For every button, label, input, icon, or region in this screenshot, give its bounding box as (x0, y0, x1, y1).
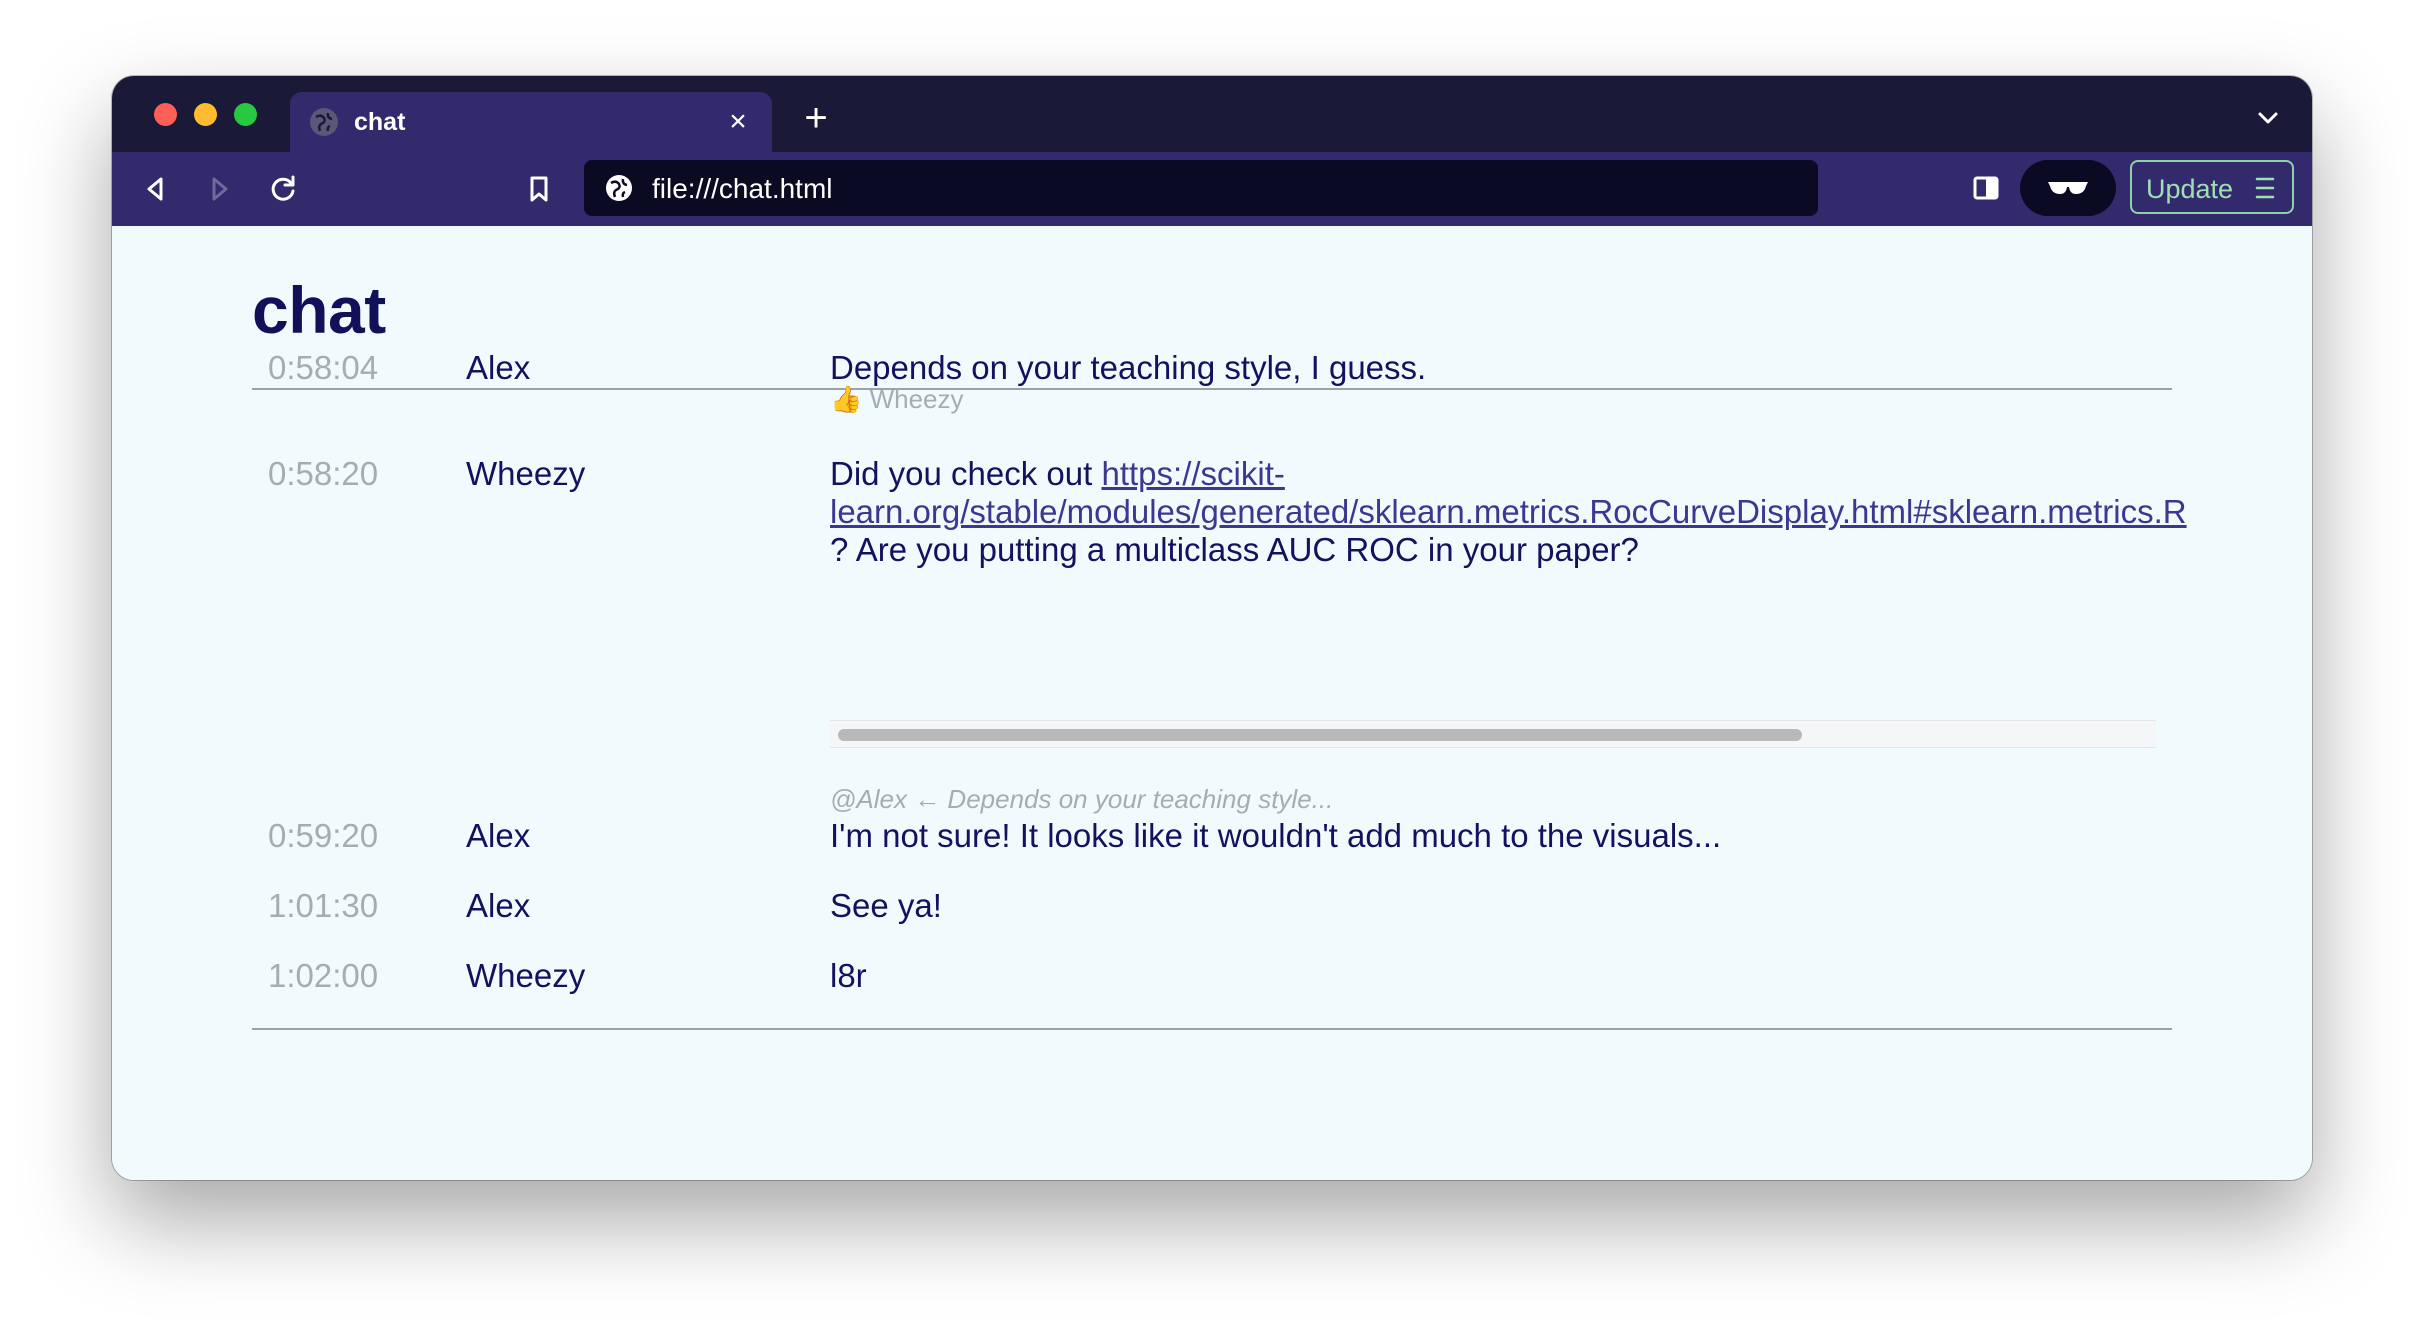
message-link[interactable]: learn.org/stable/modules/generated/sklea… (830, 493, 2187, 531)
page-title: chat (252, 273, 386, 347)
tab-bar: chat × + (112, 76, 2312, 152)
message-text: See ya! (830, 887, 942, 924)
globe-icon (604, 173, 634, 203)
forward-arrow-icon[interactable] (196, 166, 242, 212)
update-button[interactable]: Update (2130, 160, 2294, 214)
close-window-button[interactable] (154, 103, 177, 126)
message-text: Did you check out https://scikit- (830, 455, 1285, 493)
divider-bottom (252, 1028, 2172, 1030)
tab-chat[interactable]: chat × (290, 92, 772, 152)
globe-icon (310, 108, 338, 136)
message-time: 0:58:20 (268, 455, 379, 492)
address-bar[interactable]: file:///chat.html (584, 160, 1818, 216)
zoom-window-button[interactable] (234, 103, 257, 126)
hamburger-menu-icon (2254, 175, 2276, 201)
message-time: 0:58:04 (268, 349, 379, 386)
divider-top (252, 388, 2172, 390)
horizontal-scrollbar[interactable] (830, 720, 2156, 748)
bookmark-icon[interactable] (516, 166, 562, 212)
message-user: Alex (466, 887, 531, 924)
scrollbar-thumb[interactable] (838, 729, 1802, 741)
chevron-down-icon[interactable] (2248, 98, 2288, 138)
minimize-window-button[interactable] (194, 103, 217, 126)
message-text-after: ? Are you putting a multiclass AUC ROC i… (830, 531, 1639, 568)
message-time: 1:02:00 (268, 957, 379, 994)
reply-quote[interactable]: @Alex ← Depends on your teaching style..… (830, 784, 1333, 815)
message-user: Wheezy (466, 957, 586, 994)
message-text: I'm not sure! It looks like it wouldn't … (830, 817, 1722, 854)
message-time: 0:59:20 (268, 817, 379, 854)
update-label: Update (2146, 174, 2234, 204)
message-link[interactable]: https://scikit- (1101, 455, 1284, 492)
close-tab-button[interactable]: × (718, 102, 758, 142)
sunglasses-icon[interactable] (2020, 160, 2116, 216)
back-arrow-icon[interactable] (132, 166, 178, 212)
message-text: l8r (830, 957, 867, 994)
message-user: Wheezy (466, 455, 586, 492)
message-text-before: Did you check out (830, 455, 1102, 492)
page-content: chat 0:58:04 Alex Depends on your teachi… (112, 226, 2312, 1180)
address-text[interactable]: file:///chat.html (652, 173, 833, 205)
message-user: Alex (466, 817, 531, 854)
new-tab-button[interactable]: + (794, 96, 838, 140)
browser-window: chat × + file:///chat.html Update chat 0… (112, 76, 2312, 1180)
message-user: Alex (466, 349, 531, 386)
reaction-badge[interactable]: 👍 Wheezy (830, 384, 964, 415)
tab-title: chat (354, 108, 406, 136)
reload-icon[interactable] (260, 166, 306, 212)
message-text: Depends on your teaching style, I guess. (830, 349, 1427, 386)
message-time: 1:01:30 (268, 887, 379, 924)
sidebar-icon[interactable] (1962, 164, 2010, 212)
